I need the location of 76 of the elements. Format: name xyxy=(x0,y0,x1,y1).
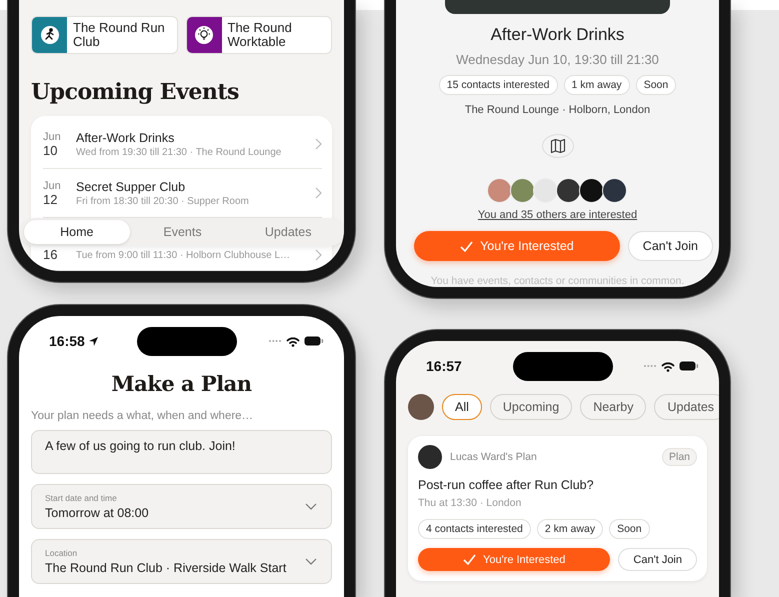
map-icon xyxy=(550,138,566,154)
plan-badge: Plan xyxy=(662,448,697,466)
nav-tab[interactable]: Events xyxy=(130,220,236,244)
info-chip: 1 km away xyxy=(564,75,630,95)
avatar xyxy=(556,178,580,203)
description-field[interactable]: A few of us going to run club. Join! xyxy=(31,430,332,474)
info-chip: Soon xyxy=(609,519,650,539)
wifi-icon xyxy=(661,360,675,372)
event-month: Jun xyxy=(43,130,62,144)
event-day: 10 xyxy=(43,144,76,158)
chevron-down-icon xyxy=(305,503,317,510)
info-chip: 4 contacts interested xyxy=(418,519,531,539)
event-title: Secret Supper Club xyxy=(76,180,186,194)
lightbulb-icon xyxy=(194,25,214,45)
filter-chip[interactable]: Upcoming xyxy=(490,394,572,420)
location-arrow-icon xyxy=(88,336,99,346)
field-label: Start date and time xyxy=(45,493,118,503)
community-card[interactable]: The Round Worktable xyxy=(186,16,332,54)
cant-join-button[interactable]: Can't Join xyxy=(628,231,713,261)
avatar xyxy=(602,178,626,203)
avatar xyxy=(486,178,512,203)
runner-icon xyxy=(40,25,60,45)
event-detail: Wed from 19:30 till 21:30 · The Round Lounge xyxy=(76,146,282,158)
community-name: The Round Worktable xyxy=(228,21,293,49)
select-field[interactable]: Location The Round Run Club · Riverside Walk Start xyxy=(31,539,332,584)
filter-chip[interactable]: Nearby xyxy=(580,394,646,420)
cant-join-button[interactable]: Can't Join xyxy=(618,548,697,571)
check-icon xyxy=(463,554,476,565)
map-button[interactable] xyxy=(542,134,574,158)
avatar xyxy=(578,178,604,203)
interested-link[interactable]: You and 35 others are interested xyxy=(478,209,638,221)
plan-detail: Thu at 13:30 · London xyxy=(418,497,522,509)
event-date: Wednesday Jun 10, 19:30 till 21:30 xyxy=(456,52,659,67)
avatar xyxy=(510,178,534,203)
event-title: After-Work Drinks xyxy=(490,25,624,45)
info-chip: 2 km away xyxy=(536,519,604,539)
event-title: After-Work Drinks xyxy=(76,130,176,144)
chevron-right-icon xyxy=(315,138,322,150)
filter-chip[interactable]: Updates xyxy=(654,394,719,420)
signal-dots-icon xyxy=(643,364,657,368)
chevron-right-icon xyxy=(315,187,322,199)
plan-title: Post-run coffee after Run Club? xyxy=(418,478,595,492)
wifi-icon xyxy=(286,336,300,346)
info-chip: 15 contacts interested xyxy=(438,75,558,95)
chevron-right-icon xyxy=(315,249,322,261)
field-label: Location xyxy=(45,548,78,558)
filter-chip[interactable]: All xyxy=(442,394,482,420)
profile-avatar[interactable] xyxy=(408,394,434,420)
field-value: Tomorrow at 08:00 xyxy=(45,506,150,520)
event-day: 12 xyxy=(43,193,76,207)
event-location: The Round Lounge · Holborn, London xyxy=(464,104,650,116)
battery-icon xyxy=(679,361,699,371)
event-day: 16 xyxy=(43,248,76,262)
status-time: 16:57 xyxy=(426,358,462,374)
check-icon xyxy=(460,240,474,252)
event-detail: Tue from 9:00 till 11:30 · Holborn Clubhouse L… xyxy=(76,250,291,260)
field-value: The Round Run Club · Riverside Walk Start xyxy=(45,561,288,575)
avatar xyxy=(532,178,558,203)
hint-text: Your plan needs a what, when and where… xyxy=(31,410,254,422)
section-subtitle: You have events, contacts or communities in common. xyxy=(430,275,684,287)
info-chip: Soon xyxy=(636,75,676,95)
community-name: The Round Run Club xyxy=(73,21,166,49)
screen-title: Make a Plan xyxy=(110,371,253,396)
event-detail: Fri from 18:30 till 20:30 · Supper Room xyxy=(76,196,250,206)
battery-icon xyxy=(304,336,324,346)
nav-tab[interactable]: Home xyxy=(24,220,130,244)
signal-dots-icon xyxy=(268,339,282,343)
nav-tab[interactable]: Updates xyxy=(235,220,342,244)
select-field[interactable]: Start date and time Tomorrow at 08:00 xyxy=(31,484,332,529)
community-card[interactable]: The Round Run Club xyxy=(31,16,178,54)
chevron-down-icon xyxy=(305,558,317,565)
plan-owner: Lucas Ward's Plan xyxy=(450,451,538,463)
event-month: Jun xyxy=(43,179,62,193)
avatar xyxy=(418,445,442,469)
status-time: 16:58 xyxy=(49,333,85,349)
section-heading: Upcoming Events xyxy=(31,79,240,105)
